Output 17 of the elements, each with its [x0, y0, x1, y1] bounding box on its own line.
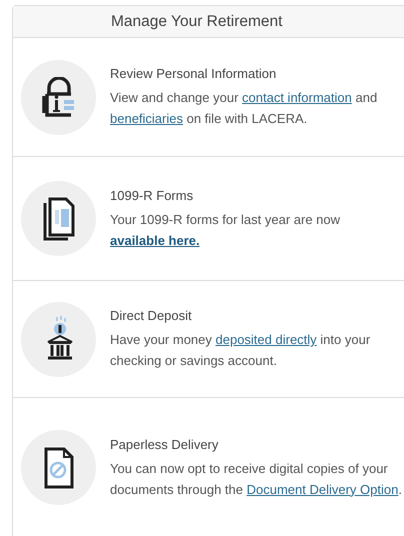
item-title: Paperless Delivery [110, 436, 220, 454]
text-link[interactable]: deposited directly [216, 332, 317, 347]
text-link[interactable]: Document Delivery Option [246, 482, 398, 496]
document-icon [44, 446, 74, 488]
panel-title: Manage Your Retirement [111, 12, 282, 32]
item-title: 1099-R Forms [110, 186, 194, 204]
item-description: Your 1099-R forms for last year are now available here. [110, 210, 342, 250]
text-link[interactable]: contact information [242, 90, 352, 105]
padlock-icon [40, 77, 76, 117]
text-link[interactable]: beneficiaries [110, 111, 183, 126]
item-title: Review Personal Information [110, 65, 278, 83]
documents-icon [42, 196, 76, 240]
item-description: Have your money deposited directly into your checking or savings account. [110, 331, 372, 370]
item-title: Direct Deposit [110, 307, 193, 325]
item-description: You can now opt to receive digital copies of your documents through the Document Delivery Option. [110, 460, 402, 499]
item-description: View and change your contact information and beneficiaries on file with LACERA. [110, 89, 378, 128]
text-link[interactable]: available here. [110, 232, 200, 248]
